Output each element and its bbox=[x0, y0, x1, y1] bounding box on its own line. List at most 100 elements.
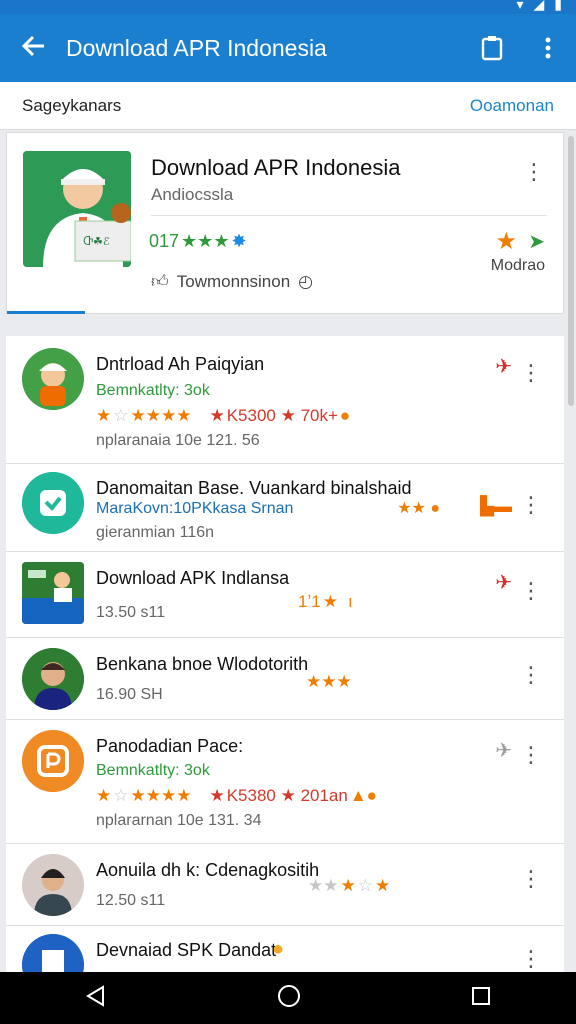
svg-text:Ⴇ☘ℰ: Ⴇ☘ℰ bbox=[83, 235, 110, 248]
app-name: Danomaitan Base. Vuankard binalshaid bbox=[96, 478, 412, 498]
app-subtitle: Bemnkatlty: 3ok bbox=[96, 762, 210, 779]
app-name: Benkana bnoe Wlodotorith bbox=[96, 654, 309, 674]
more-vert-icon[interactable]: ⋮ bbox=[520, 578, 542, 604]
app-meta: 16.90 SH bbox=[96, 686, 163, 703]
more-vert-icon[interactable]: ⋮ bbox=[520, 492, 542, 518]
clipboard-icon bbox=[481, 36, 503, 61]
status-icons: ▾ ◢ ▮ bbox=[516, 0, 562, 13]
star-icon: ★★★ bbox=[306, 672, 352, 691]
app-rating: ★ ☆ ★★★★ ★ K5300 ★ 70k+ ● bbox=[96, 406, 350, 426]
nav-home-button[interactable] bbox=[277, 984, 301, 1013]
nav-back-button[interactable] bbox=[85, 984, 107, 1012]
more-vert-icon[interactable]: ⋮ bbox=[520, 866, 542, 892]
star-icon: ★★ bbox=[308, 876, 339, 895]
more-vert-icon[interactable]: ⋮ bbox=[520, 946, 542, 972]
app-subtitle: MaraKovn:10PKkasa Srnan bbox=[96, 500, 294, 517]
list-item[interactable]: Dntrload Ah Paiqyian Bemnkatlty: 3ok ★ ☆ ★… bbox=[6, 336, 564, 464]
avatar bbox=[22, 648, 84, 710]
app-rating: 1ʼ1 ★ ı bbox=[298, 592, 353, 612]
tab-indicator bbox=[7, 311, 85, 314]
featured-app-developer: Andiocssla bbox=[151, 185, 234, 204]
list-item[interactable]: Panodadian Pace: Bemnkatlty: 3ok ★ ☆ ★★★★ … bbox=[6, 720, 564, 844]
app-rating: ★ ☆ ★★★★ ★ K5380 ★ 201an ▲● bbox=[96, 786, 377, 806]
star-icon: ★ bbox=[96, 406, 112, 425]
list-item[interactable]: Aonuila dh k: Cdenagkositih 12.50 s11 ★★… bbox=[6, 844, 564, 926]
app-icon bbox=[22, 348, 84, 410]
rating-value: 017 bbox=[149, 231, 180, 251]
star-icon: ★★★★ bbox=[130, 406, 192, 425]
star-icon: ★ bbox=[340, 876, 356, 895]
rating-text: K5300 ★ 70k+ bbox=[226, 406, 338, 425]
more-vert-icon[interactable]: ⋮ bbox=[520, 742, 542, 768]
app-meta: nplararnan 10e 131. 34 bbox=[96, 812, 262, 829]
app-name: Dntrload Ah Paiqyian bbox=[96, 354, 265, 374]
star-icon: ☆ bbox=[113, 406, 129, 425]
thumb-up-icon: 👍︎ bbox=[151, 272, 169, 291]
divider bbox=[151, 215, 547, 216]
nav-recents-button[interactable] bbox=[471, 986, 491, 1011]
filter-label[interactable]: Sageykanars bbox=[22, 96, 121, 116]
featured-meta: 👍︎ Towmonnsinon ◴ bbox=[151, 271, 313, 292]
avatar bbox=[22, 854, 84, 916]
emoji-icon: ● bbox=[272, 938, 285, 960]
rating-text: K5380 ★ 201an bbox=[226, 786, 348, 805]
app-icon bbox=[22, 562, 84, 624]
list-item[interactable]: Benkana bnoe Wlodotorith 16.90 SH ★★★ ⋮ bbox=[6, 638, 564, 720]
star-icon: ★★★ bbox=[181, 231, 230, 251]
scrollbar[interactable] bbox=[568, 136, 574, 406]
featured-app-card[interactable]: Ⴇ☘ℰ Download APR Indonesia Andiocssla 01… bbox=[6, 132, 564, 314]
app-name: Download APK Indlansa bbox=[96, 568, 290, 588]
app-icon bbox=[22, 934, 84, 972]
app-meta: nplaranaia 10e 121. 56 bbox=[96, 432, 260, 449]
app-icon bbox=[22, 730, 84, 792]
star-icon: ★★★★ bbox=[130, 786, 192, 805]
hot-icon: ✈ bbox=[495, 572, 512, 594]
app-subtitle: Bemnkatlty: 3ok bbox=[96, 382, 210, 399]
more-vert-icon[interactable]: ⋮ bbox=[523, 159, 545, 185]
app-bar-title: Download APR Indonesia bbox=[66, 34, 327, 61]
hot-icon: ✈ bbox=[495, 356, 512, 378]
star-icon: ★ bbox=[209, 786, 225, 805]
app-name: Devnaiad SPK Dandat bbox=[96, 940, 277, 960]
emoji-icon: ▲● bbox=[349, 786, 377, 805]
tag-icon: ▙▬ bbox=[480, 496, 512, 516]
list-item[interactable]: Danomaitan Base. Vuankard binalshaid Mar… bbox=[6, 464, 564, 552]
overflow-menu-button[interactable] bbox=[520, 20, 576, 76]
filter-action[interactable]: Ooamonan bbox=[470, 96, 554, 116]
star-icon: ı bbox=[347, 592, 353, 611]
more-vert-icon[interactable]: ⋮ bbox=[520, 360, 542, 386]
rating-text: 1ʼ1 bbox=[298, 592, 321, 611]
star-icon: ☆ bbox=[357, 876, 373, 895]
list-item[interactable]: Devnaiad SPK Dandat ● ⋮ bbox=[6, 926, 564, 972]
star-icon[interactable]: ★ bbox=[495, 227, 517, 256]
more-vert-icon[interactable]: ⋮ bbox=[520, 662, 542, 688]
emoji-icon: ● bbox=[339, 406, 351, 425]
home-circle-icon bbox=[278, 984, 300, 1007]
send-icon[interactable]: ➤ bbox=[528, 229, 545, 254]
battery-icon: ▮ bbox=[554, 0, 562, 12]
hot-icon: ✈ bbox=[495, 740, 512, 762]
app-rating: ★★★ bbox=[306, 672, 352, 692]
recents-square-icon bbox=[472, 986, 490, 1005]
signal-icon: ◢ bbox=[533, 0, 545, 12]
list-item[interactable]: Download APK Indlansa 13.50 s11 1ʼ1 ★ ı ✈… bbox=[6, 552, 564, 638]
star-icon: ★★ ● bbox=[397, 500, 440, 517]
featured-app-thumbnail: Ⴇ☘ℰ bbox=[23, 151, 131, 267]
filter-bar: Sageykanars Ooamonan bbox=[0, 82, 576, 130]
clock-icon: ◴ bbox=[298, 271, 314, 291]
app-meta: 12.50 s11 bbox=[96, 892, 166, 909]
star-icon: ☆ bbox=[113, 786, 129, 805]
app-name: Panodadian Pace: bbox=[96, 736, 244, 756]
bookmark-button[interactable] bbox=[464, 20, 520, 76]
app-bar: Download APR Indonesia bbox=[0, 14, 576, 82]
app-meta: 13.50 s11 bbox=[96, 604, 166, 621]
featured-action-label[interactable]: Modrao bbox=[491, 257, 545, 275]
star-icon: ★ bbox=[322, 592, 338, 611]
app-list: Dntrload Ah Paiqyian Bemnkatlty: 3ok ★ ☆ ★… bbox=[6, 336, 564, 972]
system-nav-bar bbox=[0, 972, 576, 1024]
back-arrow-icon[interactable] bbox=[0, 32, 66, 64]
featured-meta-text: Towmonnsinon bbox=[176, 271, 291, 291]
star-icon: ★ bbox=[209, 406, 225, 425]
star-icon: ★ bbox=[374, 876, 391, 895]
star-icon: ★ bbox=[96, 786, 112, 805]
